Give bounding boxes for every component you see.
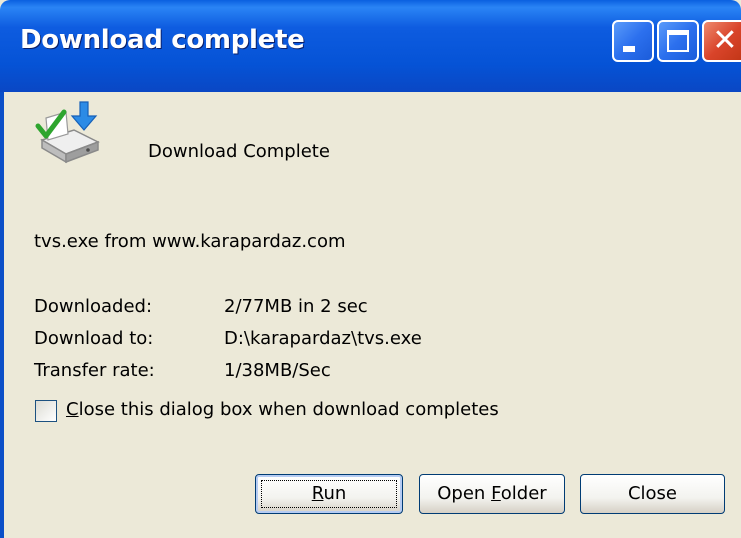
run-button[interactable]: Run xyxy=(255,474,403,514)
download-source: tvs.exe from www.karapardaz.com xyxy=(34,231,346,252)
detail-value: D:\karapardaz\tvs.exe xyxy=(224,328,422,349)
detail-label: Downloaded: xyxy=(34,296,153,317)
focus-rectangle xyxy=(261,480,397,508)
close-icon: ✕ xyxy=(712,23,738,58)
close-window-button[interactable]: ✕ xyxy=(702,20,741,62)
minimize-icon xyxy=(623,46,635,52)
window-title: Download complete xyxy=(20,25,305,55)
maximize-icon xyxy=(667,30,689,52)
close-on-complete-checkbox[interactable] xyxy=(35,400,57,422)
maximize-button[interactable] xyxy=(657,20,699,62)
minimize-button[interactable] xyxy=(612,20,654,62)
open-folder-label-rest: older xyxy=(500,483,547,504)
detail-value: 2/77MB in 2 sec xyxy=(224,296,368,317)
detail-label: Download to: xyxy=(34,328,154,349)
title-bar[interactable]: Download complete ✕ xyxy=(0,0,741,92)
open-folder-button[interactable]: Open Folder xyxy=(419,474,565,514)
download-complete-dialog: Download complete ✕ Download Complete tv… xyxy=(0,0,741,538)
close-button[interactable]: Close xyxy=(580,474,725,514)
dialog-heading: Download Complete xyxy=(148,141,330,162)
close-on-complete-label[interactable]: Close this dialog box when download comp… xyxy=(66,399,499,420)
detail-label: Transfer rate: xyxy=(34,360,155,381)
checkbox-label-text: lose this dialog box when download compl… xyxy=(78,399,499,420)
open-folder-accelerator: F xyxy=(491,483,501,504)
open-folder-label-pre: Open xyxy=(437,483,492,504)
download-complete-icon xyxy=(35,101,100,164)
checkbox-accelerator: C xyxy=(66,399,79,420)
detail-value: 1/38MB/Sec xyxy=(224,360,331,381)
